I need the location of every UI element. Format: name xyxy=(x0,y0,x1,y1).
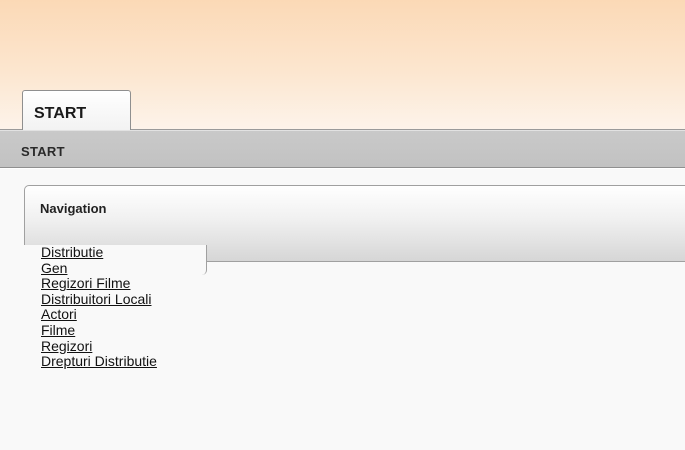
nav-link-regizori-filme[interactable]: Regizori Filme xyxy=(41,275,130,291)
breadcrumb: START xyxy=(0,130,685,168)
list-item: Drepturi Distributie xyxy=(41,353,157,370)
list-item: Actori xyxy=(41,307,157,323)
list-item: Filme xyxy=(41,322,157,339)
nav-link-distributie[interactable]: Distributie xyxy=(41,244,103,260)
nav-link-distribuitori-locali[interactable]: Distribuitori Locali xyxy=(41,291,151,307)
nav-link-filme[interactable]: Filme xyxy=(41,322,75,338)
list-item: Regizori xyxy=(41,338,157,355)
nav-link-regizori[interactable]: Regizori xyxy=(41,338,92,354)
tab-start[interactable]: START xyxy=(22,90,131,131)
list-item: Gen xyxy=(41,260,157,277)
nav-link-actori[interactable]: Actori xyxy=(41,306,77,323)
nav-link-gen[interactable]: Gen xyxy=(41,260,67,276)
list-item: Regizori Filme xyxy=(41,275,157,292)
navigation-list: Distributie Gen Regizori Filme Distribui… xyxy=(41,244,157,370)
nav-link-drepturi-distributie[interactable]: Drepturi Distributie xyxy=(41,353,157,369)
list-item: Distribuitori Locali xyxy=(41,291,157,308)
navigation-title: Navigation xyxy=(40,201,107,216)
list-item: Distributie xyxy=(41,244,157,261)
